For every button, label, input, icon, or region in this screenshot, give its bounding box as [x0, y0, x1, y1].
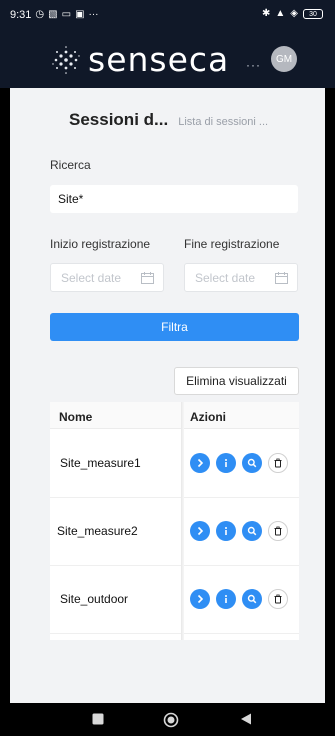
search-icon[interactable]	[242, 589, 262, 609]
bluetooth-icon: ✱	[262, 8, 271, 19]
clear-viewed-button[interactable]: Elimina visualizzati	[174, 367, 299, 395]
info-icon[interactable]	[216, 589, 236, 609]
notification-icon: ▧	[48, 9, 58, 20]
home-icon[interactable]	[163, 712, 179, 728]
battery-icon: 30	[303, 9, 323, 19]
table-row: Site_outdoor	[50, 566, 299, 634]
back-icon[interactable]	[239, 712, 253, 726]
recents-icon[interactable]	[91, 712, 105, 726]
start-date-picker[interactable]: Select date	[50, 263, 164, 292]
sessions-table: Nome Azioni Site_measure1 Site_measure2 …	[50, 402, 299, 640]
search-label: Ricerca	[50, 158, 91, 172]
logo: senseca	[50, 42, 229, 78]
session-name: Site_outdoor	[60, 592, 129, 606]
table-row: Site_measure2	[50, 498, 299, 566]
alarm-icon: ◷	[35, 9, 45, 20]
filter-button[interactable]: Filtra	[50, 313, 299, 341]
more-icon[interactable]: ···	[246, 58, 261, 72]
open-icon[interactable]	[190, 453, 210, 473]
page-title: Sessioni d...	[69, 110, 169, 129]
search-icon[interactable]	[242, 453, 262, 473]
end-date-placeholder: Select date	[195, 270, 256, 285]
senseca-logo-icon	[52, 46, 80, 74]
message-icon: ▭	[61, 9, 72, 20]
info-icon[interactable]	[216, 521, 236, 541]
session-name: Site_measure2	[57, 524, 138, 538]
trash-icon[interactable]	[268, 589, 288, 609]
logo-text: senseca	[88, 40, 230, 79]
avatar[interactable]: GM	[271, 46, 297, 72]
search-input[interactable]	[50, 185, 298, 213]
calendar-icon	[141, 271, 154, 284]
open-icon[interactable]	[190, 521, 210, 541]
search-icon[interactable]	[242, 521, 262, 541]
clock: 9:31	[10, 9, 32, 21]
end-date-label: Fine registrazione	[184, 237, 280, 251]
trash-icon[interactable]	[268, 521, 288, 541]
row-actions	[190, 453, 288, 473]
table-header: Nome Azioni	[50, 402, 299, 429]
column-header-name: Nome	[59, 410, 93, 424]
column-divider	[181, 402, 184, 640]
app-header: senseca ··· GM	[0, 30, 335, 88]
info-icon[interactable]	[216, 453, 236, 473]
title-row: Sessioni d... Lista di sessioni ...	[69, 110, 268, 130]
row-actions	[190, 589, 288, 609]
start-date-label: Inizio registrazione	[50, 237, 151, 251]
table-row: Site_measure1	[50, 430, 299, 498]
linkedin-icon: ▣	[75, 9, 85, 20]
overflow-icon: ···	[88, 9, 99, 20]
navigation-bar	[0, 703, 335, 736]
trash-icon[interactable]	[268, 453, 288, 473]
calendar-icon	[275, 271, 288, 284]
signal-icon: ▲	[275, 8, 286, 19]
open-icon[interactable]	[190, 589, 210, 609]
wifi-icon: ◈	[290, 8, 298, 19]
row-actions	[190, 521, 288, 541]
column-header-actions: Azioni	[190, 410, 226, 424]
status-bar: 9:31 ◷ ▧ ▭ ▣ ··· ✱ ▲ ◈ 30	[0, 0, 335, 30]
page-content: Sessioni d... Lista di sessioni ... Rice…	[10, 88, 325, 703]
end-date-picker[interactable]: Select date	[184, 263, 298, 292]
page-subtitle: Lista di sessioni ...	[178, 116, 269, 128]
start-date-placeholder: Select date	[61, 270, 122, 285]
session-name: Site_measure1	[60, 456, 141, 470]
